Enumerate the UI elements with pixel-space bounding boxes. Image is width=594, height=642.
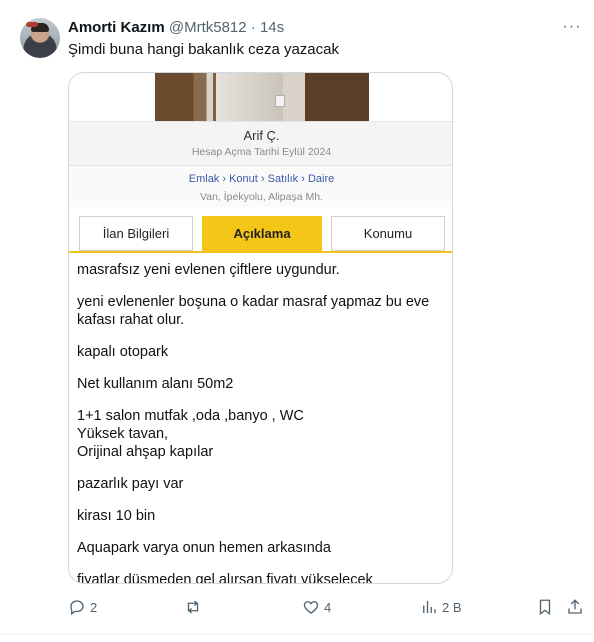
listing-tabs: İlan Bilgileri Açıklama Konumu bbox=[69, 213, 452, 253]
tab-aciklama: Açıklama bbox=[202, 216, 322, 251]
separator-dot: · bbox=[250, 19, 256, 36]
repost-button[interactable] bbox=[184, 596, 206, 618]
reply-button[interactable]: 2 bbox=[68, 596, 97, 618]
views-icon bbox=[423, 601, 436, 613]
breadcrumb: Emlak › Konut › Satılık › Daire bbox=[188, 173, 335, 185]
tweet-text: Şimdi buna hangi bakanlık ceza yazacak bbox=[68, 41, 339, 58]
author-name[interactable]: Amorti Kazım bbox=[68, 19, 165, 36]
tweet-actions: 2 4 2 B bbox=[68, 596, 588, 618]
repost-icon bbox=[187, 600, 199, 614]
description-line: yeni evlenenler boşuna o kadar masraf ya… bbox=[77, 294, 430, 328]
tab-ilan-bilgileri: İlan Bilgileri bbox=[79, 216, 193, 251]
reply-count: 2 bbox=[90, 599, 98, 615]
like-count: 4 bbox=[324, 599, 332, 615]
share-button[interactable] bbox=[566, 596, 584, 618]
bookmark-icon bbox=[539, 599, 551, 616]
description-line: 1+1 salon mutfak ,oda ,banyo , WC bbox=[77, 408, 304, 424]
bookmark-button[interactable] bbox=[536, 596, 554, 618]
share-icon bbox=[568, 599, 582, 614]
account-date: Hesap Açma Tarihi Eylül 2024 bbox=[191, 146, 332, 158]
description-line: pazarlık payı var bbox=[77, 476, 184, 492]
category-box: Emlak › Konut › Satılık › Daire Van, İpe… bbox=[69, 165, 452, 207]
like-button[interactable]: 4 bbox=[302, 596, 331, 618]
description-line: Yüksek tavan, bbox=[77, 426, 169, 442]
description-line: kirası 10 bin bbox=[77, 508, 156, 524]
description-line: masrafsız yeni evlenen çiftlere uygundur… bbox=[77, 262, 340, 278]
divider bbox=[0, 634, 594, 635]
listing-photo-fixture bbox=[275, 95, 285, 107]
description-line: Net kullanım alanı 50m2 bbox=[77, 376, 234, 392]
tweet-header: Amorti Kazım @Mrtk5812 · 14s bbox=[68, 18, 284, 38]
tweet[interactable]: Amorti Kazım @Mrtk5812 · 14s ··· Şimdi b… bbox=[0, 0, 594, 642]
seller-name: Arif Ç. bbox=[243, 128, 280, 143]
tweet-media-screenshot[interactable]: Arif Ç. Hesap Açma Tarihi Eylül 2024 Eml… bbox=[68, 72, 453, 584]
author-handle[interactable]: @Mrtk5812 bbox=[169, 19, 247, 36]
seller-profile: Arif Ç. Hesap Açma Tarihi Eylül 2024 bbox=[69, 121, 452, 165]
listing-photo-door bbox=[213, 73, 283, 121]
views-button[interactable]: 2 B bbox=[420, 596, 462, 618]
listing-description: masrafsız yeni evlenen çiftlere uygundur… bbox=[77, 261, 447, 584]
description-line: Aquapark varya onun hemen arkasında bbox=[77, 540, 331, 556]
heart-icon bbox=[303, 601, 319, 614]
reply-icon bbox=[70, 600, 84, 616]
description-line: kapalı otopark bbox=[77, 344, 169, 360]
more-options-icon[interactable]: ··· bbox=[560, 16, 584, 40]
tweet-time[interactable]: 14s bbox=[260, 19, 284, 36]
views-count: 2 B bbox=[442, 599, 462, 615]
description-line: fiyatlar düşmeden gel alırsan fiyatı yük… bbox=[77, 572, 373, 584]
listing-location: Van, İpekyolu, Alipaşa Mh. bbox=[200, 191, 323, 203]
tab-konumu: Konumu bbox=[331, 216, 445, 251]
avatar[interactable] bbox=[20, 18, 60, 58]
description-line: Orijinal ahşap kapılar bbox=[77, 444, 214, 460]
avatar-hat bbox=[26, 22, 38, 27]
listing-photo bbox=[155, 73, 369, 121]
